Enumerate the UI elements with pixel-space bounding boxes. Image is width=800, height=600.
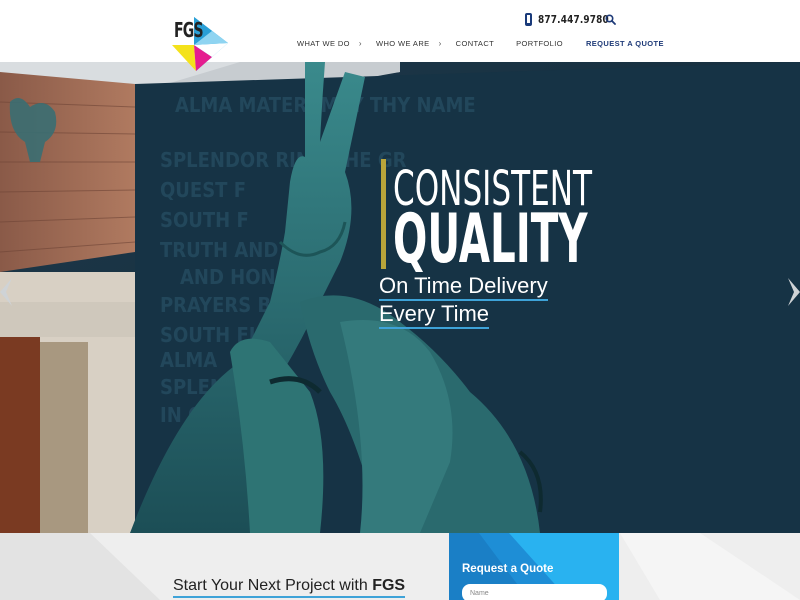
nav-item-label: WHAT WE DO — [297, 38, 350, 48]
site-header: FGS 877.447.9780 WHAT WE DO › WHO WE ARE… — [0, 0, 800, 71]
intro-section: Start Your Next Project with FGS Request… — [0, 533, 800, 600]
nav-item-who-we-are[interactable]: WHO WE ARE › — [376, 39, 442, 48]
wall-text-line: TRUTH AND — [160, 238, 278, 262]
start-project-brand: FGS — [372, 577, 406, 594]
wall-text-line: SPLENDOR RING THE GR — [160, 148, 407, 172]
hero-subheadline-1: On Time Delivery — [379, 274, 548, 301]
start-project-text: Start Your Next Project with — [173, 577, 373, 594]
quote-form-title: Request a Quote — [462, 563, 554, 575]
wall-text-line: PRAYERS B — [160, 293, 271, 317]
nav-item-label: WHO WE ARE — [375, 38, 430, 48]
hero-headline-line2: QUALITY — [393, 200, 588, 279]
wall-text-line: ALMA — [160, 348, 217, 372]
phone-icon — [525, 12, 532, 26]
phone-contact[interactable]: 877.447.9780 — [525, 11, 617, 27]
main-nav: WHAT WE DO › WHO WE ARE › CONTACT PORTFO… — [297, 36, 664, 50]
wall-text-line: QUEST F — [160, 178, 246, 202]
slider-next-arrow-icon[interactable] — [786, 278, 800, 306]
nav-item-contact[interactable]: CONTACT — [456, 39, 495, 48]
nav-item-portfolio[interactable]: PORTFOLIO — [516, 39, 563, 48]
slider-prev-arrow-icon[interactable] — [0, 278, 14, 306]
nav-item-request-quote[interactable]: REQUEST A QUOTE — [586, 39, 664, 48]
quote-form: Request a Quote — [449, 533, 619, 600]
chevron-right-icon[interactable]: › — [359, 39, 362, 48]
hero-accent-bar — [381, 159, 386, 269]
chevron-right-icon[interactable]: › — [439, 39, 442, 48]
wall-text-line: ALMA MATER, MAY THY NAME — [175, 93, 476, 117]
wall-text-line: SOUTH F — [160, 208, 249, 232]
start-project-heading: Start Your Next Project with FGS — [173, 576, 406, 598]
phone-number[interactable]: 877.447.9780 — [538, 13, 609, 26]
name-input[interactable] — [462, 584, 607, 600]
hero-slider: ALMA MATER, MAY THY NAME SPLENDOR RING T… — [0, 62, 800, 533]
search-icon[interactable] — [605, 14, 616, 25]
fgs-logo[interactable]: FGS — [172, 15, 230, 73]
nav-item-what-we-do[interactable]: WHAT WE DO › — [297, 39, 362, 48]
hero-subheadline-2: Every Time — [379, 302, 490, 329]
logo-text: FGS — [174, 18, 204, 42]
